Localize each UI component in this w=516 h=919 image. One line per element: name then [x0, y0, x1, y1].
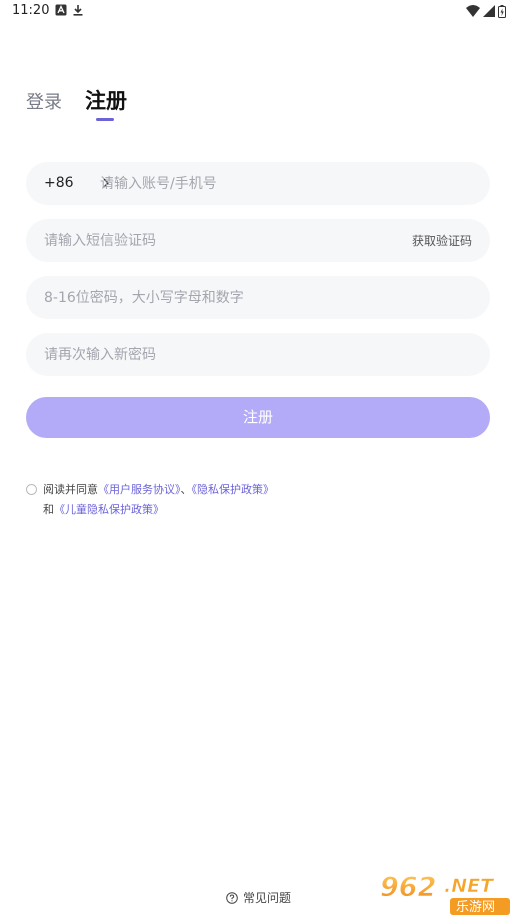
- wifi-icon: [466, 5, 480, 17]
- question-circle-icon: [226, 891, 238, 904]
- agreement-line-1: 阅读并同意《用户服务协议》、《隐私保护政策》: [43, 481, 274, 497]
- watermark-logo: 962 .NET 乐游网: [378, 868, 514, 918]
- agree-checkbox[interactable]: [26, 484, 37, 495]
- download-icon: [73, 5, 83, 16]
- agreement-prefix: 阅读并同意: [43, 483, 98, 496]
- signal-icon: [483, 5, 495, 17]
- phone-input[interactable]: [100, 162, 470, 205]
- privacy-policy-link[interactable]: 《隐私保护政策》: [192, 483, 275, 496]
- status-time: 11:20: [12, 3, 50, 18]
- agreement-line-2: 和《儿童隐私保护政策》: [43, 501, 164, 517]
- tab-login[interactable]: 登录: [26, 88, 62, 114]
- sms-code-field: 获取验证码: [26, 219, 490, 262]
- password-input[interactable]: [44, 276, 414, 319]
- status-bar: 11:20: [0, 0, 516, 24]
- confirm-password-input[interactable]: [44, 333, 414, 376]
- agreement-and: 和: [43, 503, 54, 516]
- faq-link[interactable]: 常见问题: [226, 889, 291, 906]
- agreement-separator: 、: [180, 483, 192, 496]
- svg-text:乐游网: 乐游网: [456, 900, 495, 915]
- tab-active-indicator: [96, 118, 114, 121]
- sms-code-input[interactable]: [44, 219, 414, 262]
- country-code-selector[interactable]: +86: [44, 175, 74, 191]
- get-code-button[interactable]: 获取验证码: [412, 232, 472, 249]
- confirm-password-field: [26, 333, 490, 376]
- password-field: [26, 276, 490, 319]
- user-agreement-link[interactable]: 《用户服务协议》: [98, 483, 181, 496]
- svg-text:.NET: .NET: [444, 875, 495, 897]
- notification-a-icon: [55, 4, 67, 16]
- phone-field: +86: [26, 162, 490, 205]
- register-button[interactable]: 注册: [26, 397, 490, 438]
- faq-label: 常见问题: [243, 891, 292, 905]
- battery-icon: [498, 4, 506, 18]
- svg-text:962: 962: [380, 872, 436, 903]
- tab-register[interactable]: 注册: [85, 85, 127, 115]
- children-policy-link[interactable]: 《儿童隐私保护政策》: [54, 503, 164, 516]
